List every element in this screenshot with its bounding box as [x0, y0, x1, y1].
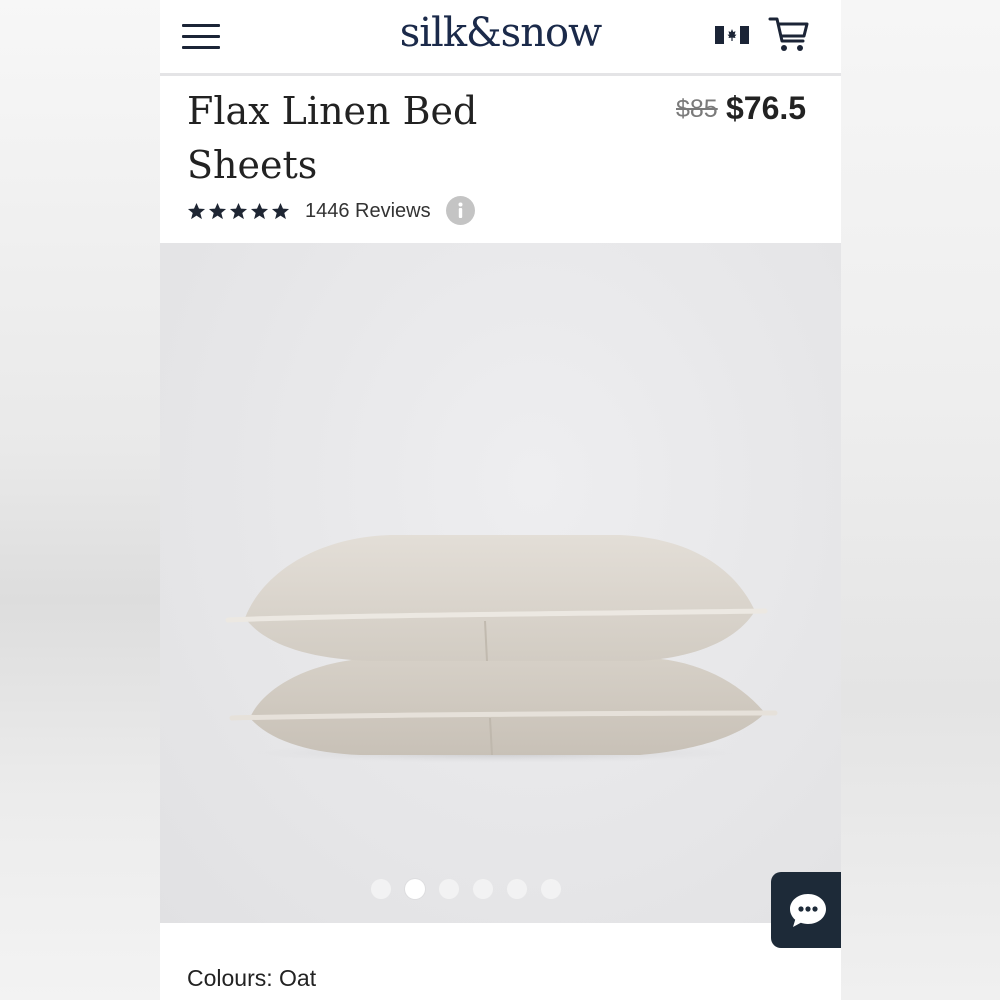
carousel-dot[interactable]: [472, 879, 493, 899]
star-icon: [208, 202, 227, 219]
star-icon: [187, 202, 206, 219]
background-left: [0, 0, 160, 1000]
sale-price: $76.5: [726, 90, 807, 126]
carousel-dot[interactable]: [370, 879, 391, 899]
canada-flag-icon[interactable]: [715, 26, 749, 44]
mobile-page: silk&snow Flax Linen Bed Sheets $85 $76.…: [160, 0, 841, 1000]
star-rating: [187, 202, 290, 221]
rating-row[interactable]: 1446 Reviews: [187, 196, 431, 226]
chat-bubble-icon: [790, 894, 826, 927]
product-image[interactable]: [160, 243, 841, 923]
colour-selection-label: Colours: Oat: [187, 965, 317, 991]
star-icon: [229, 202, 248, 219]
reviews-link[interactable]: 1446 Reviews: [305, 200, 431, 223]
background-right: [840, 0, 1000, 1000]
chat-button[interactable]: [771, 872, 841, 948]
product-title: Flax Linen Bed Sheets: [187, 89, 478, 187]
star-icon: [250, 202, 269, 219]
shopping-cart-icon[interactable]: [768, 14, 810, 54]
star-icon: [271, 202, 290, 219]
carousel-dot[interactable]: [404, 879, 425, 899]
carousel-dot[interactable]: [438, 879, 459, 899]
carousel-dots: [160, 879, 806, 899]
info-icon[interactable]: [446, 196, 475, 225]
site-header: silk&snow: [160, 0, 841, 76]
original-price: $85: [676, 95, 718, 123]
carousel-dot[interactable]: [540, 879, 561, 899]
carousel-dot[interactable]: [506, 879, 527, 899]
pillows-illustration: [225, 535, 778, 763]
